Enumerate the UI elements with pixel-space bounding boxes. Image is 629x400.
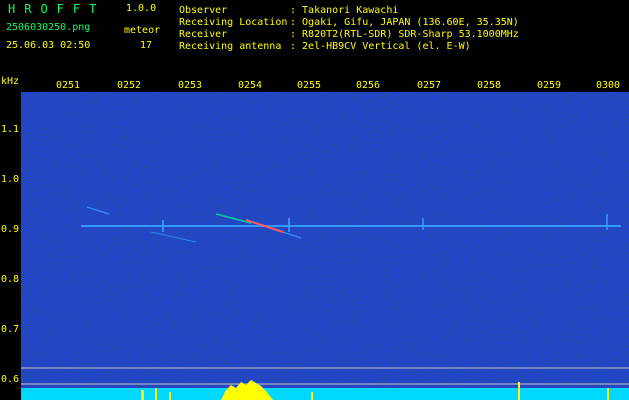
- power-peak: [607, 388, 609, 400]
- location-label: Receiving Location: [179, 17, 288, 28]
- time-tick: 0253: [178, 80, 203, 91]
- time-tick: 0258: [477, 80, 502, 91]
- freq-tick: 1.0: [1, 174, 20, 185]
- freq-tick: 1.1: [1, 124, 20, 135]
- receiver-value: : R820T2(RTL-SDR) SDR-Sharp 53.1000MHz: [290, 29, 519, 40]
- time-tick: 0251: [56, 80, 81, 91]
- time-tick: 0257: [417, 80, 442, 91]
- meteor-label: meteor: [124, 25, 161, 36]
- file-name: 2506030250.png: [6, 22, 91, 33]
- time-tick: 0252: [117, 80, 142, 91]
- spectrogram-plot: [21, 92, 629, 400]
- time-tick: 0256: [356, 80, 381, 91]
- observer-value: : Takanori Kawachi: [290, 5, 399, 16]
- app-title: HROFFT: [8, 2, 106, 16]
- power-peak: [169, 392, 171, 400]
- power-strip: [21, 388, 629, 400]
- power-peak: [518, 382, 520, 400]
- freq-tick: 0.9: [1, 224, 20, 235]
- location-value: : Ogaki, Gifu, JAPAN (136.60E, 35.35N): [290, 17, 519, 28]
- power-peak: [155, 388, 157, 400]
- time-tick: 0255: [297, 80, 322, 91]
- noise-texture: [21, 92, 629, 400]
- antenna-value: : 2el-HB9CV Vertical (el. E-W): [290, 41, 471, 52]
- power-peak: [141, 390, 144, 400]
- freq-tick: 0.6: [1, 374, 20, 385]
- observer-label: Observer: [179, 5, 228, 16]
- khz-unit-label: kHz: [1, 76, 20, 87]
- freq-tick: 0.8: [1, 274, 20, 285]
- meteor-count: 17: [140, 40, 153, 51]
- power-peak: [311, 392, 313, 400]
- time-tick: 0254: [238, 80, 263, 91]
- date-time: 25.06.03 02:50: [6, 40, 91, 51]
- time-tick: 0300: [596, 80, 621, 91]
- receiver-label: Receiver: [179, 29, 228, 40]
- header-panel: HROFFT 1.0.0 2506030250.png 25.06.03 02:…: [0, 0, 629, 75]
- app-version: 1.0.0: [126, 3, 157, 14]
- antenna-label: Receiving antenna: [179, 41, 282, 52]
- freq-tick: 0.7: [1, 324, 20, 335]
- time-tick: 0259: [537, 80, 562, 91]
